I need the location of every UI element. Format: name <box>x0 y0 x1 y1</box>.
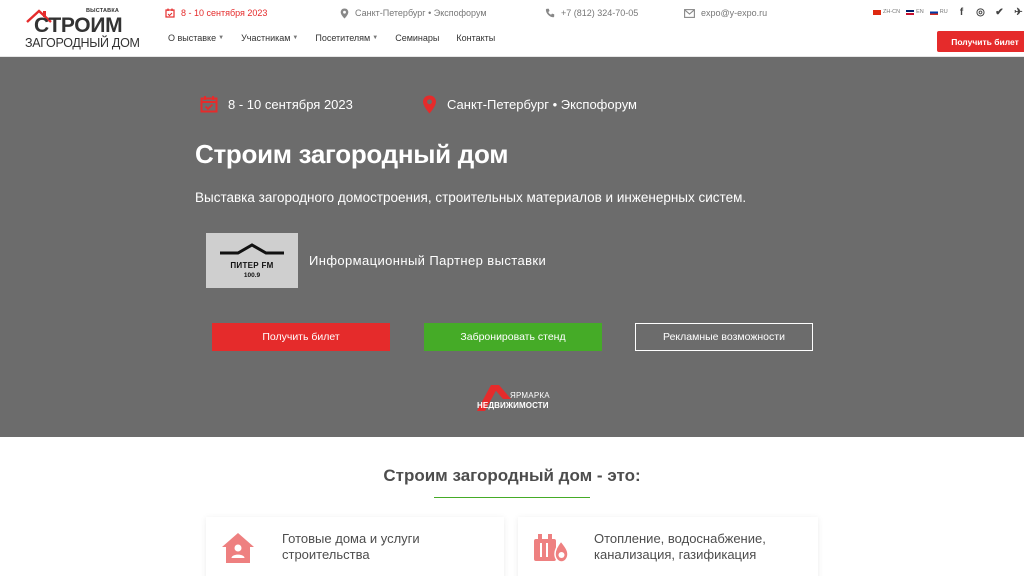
facebook-icon[interactable]: f <box>956 6 967 18</box>
get-ticket-button[interactable]: Получить билет <box>212 323 390 351</box>
site-logo[interactable]: ВЫСТАВКА СТРОИМ ЗАГОРОДНЫЙ ДОМ <box>24 6 140 52</box>
nav-item-label: О выставке <box>168 33 217 43</box>
lang-zh[interactable]: ZH-CN <box>873 9 900 15</box>
nav-item-label: Посетителям <box>315 33 371 43</box>
nav-item-visitors[interactable]: Посетителям ▼ <box>315 33 378 43</box>
hero-subtitle: Выставка загородного домостроения, строи… <box>195 190 747 205</box>
logo-word-1: СТРОИМ <box>34 14 123 37</box>
book-stand-button[interactable]: Забронировать стенд <box>424 323 602 351</box>
fair-logo-line-1: ЯРМАРКА <box>510 391 550 400</box>
feature-card-utilities[interactable]: Отопление, водоснабжение, канализация, г… <box>518 517 818 576</box>
map-pin-icon <box>423 95 436 114</box>
feature-card-text: Готовые дома и услуги строительства <box>282 531 420 562</box>
site-header: ВЫСТАВКА СТРОИМ ЗАГОРОДНЫЙ ДОМ 8 - 10 се… <box>0 0 1024 57</box>
lang-en-label: EN <box>916 9 924 15</box>
hero-location: Санкт-Петербург • Экспофорум <box>422 95 637 114</box>
flag-cn-icon <box>873 9 881 15</box>
lang-en[interactable]: EN <box>906 9 924 15</box>
header-ticket-button[interactable]: Получить билет <box>937 31 1024 52</box>
chevron-down-icon: ▼ <box>372 35 379 41</box>
hero-section: 8 - 10 сентября 2023 Санкт-Петербург • Э… <box>0 57 1024 437</box>
header-date-text: 8 - 10 сентября 2023 <box>181 8 268 18</box>
instagram-icon[interactable]: ◎ <box>975 6 986 18</box>
fair-logo-line-2: НЕДВИЖИМОСТИ <box>477 401 549 410</box>
features-title-underline <box>434 497 590 498</box>
hero-date-text: 8 - 10 сентября 2023 <box>228 96 353 112</box>
chevron-down-icon: ▼ <box>292 35 299 41</box>
header-location-text: Санкт-Петербург • Экспофорум <box>355 8 487 18</box>
feature-card-text: Отопление, водоснабжение, канализация, г… <box>594 531 766 562</box>
nav-item-contacts[interactable]: Контакты <box>456 33 495 43</box>
heating-icon <box>534 534 569 563</box>
lang-zh-label: ZH-CN <box>883 9 901 15</box>
features-title: Строим загородный дом - это: <box>383 466 641 485</box>
main-nav: О выставке ▼ Участникам ▼ Посетителям ▼ Сем… <box>168 33 512 43</box>
advertising-button[interactable]: Рекламные возможности <box>635 323 813 351</box>
partner-caption: Информационный Партнер выставки <box>309 253 547 268</box>
phone-icon <box>545 8 555 18</box>
house-icon <box>222 533 254 563</box>
header-date: 8 - 10 сентября 2023 <box>165 7 267 19</box>
partner-logo-brand: ПИТЕР FM <box>230 261 274 270</box>
social-links: f ◎ ✔ ✈ <box>956 6 1024 18</box>
map-pin-icon <box>340 8 349 18</box>
nav-item-label: Семинары <box>395 33 440 43</box>
chevron-down-icon: ▼ <box>218 35 225 41</box>
mail-icon <box>684 8 695 18</box>
nav-item-seminars[interactable]: Семинары <box>395 33 439 43</box>
calendar-icon <box>200 96 218 113</box>
language-switcher: ZH-CN EN RU <box>873 9 948 15</box>
hero-location-text: Санкт-Петербург • Экспофорум <box>447 97 637 112</box>
nav-item-about[interactable]: О выставке ▼ <box>168 33 224 43</box>
calendar-icon <box>165 8 175 18</box>
nav-item-label: Участникам <box>241 33 291 43</box>
header-email[interactable]: expo@y-expo.ru <box>684 7 767 19</box>
feature-card-houses[interactable]: Готовые дома и услуги строительства <box>206 517 504 576</box>
nav-item-label: Контакты <box>456 33 496 43</box>
nav-item-exhibitors[interactable]: Участникам ▼ <box>241 33 298 43</box>
header-phone[interactable]: +7 (812) 324-70-05 <box>545 7 638 19</box>
flag-ru-icon <box>929 9 938 15</box>
header-email-text: expo@y-expo.ru <box>701 8 768 18</box>
header-phone-text: +7 (812) 324-70-05 <box>561 8 639 18</box>
vk-icon[interactable]: ✔ <box>994 6 1005 18</box>
partner-logo-mark <box>220 243 284 255</box>
lang-ru[interactable]: RU <box>929 9 948 15</box>
hero-date: 8 - 10 сентября 2023 <box>200 95 353 113</box>
lang-ru-label: RU <box>939 9 948 15</box>
header-location: Санкт-Петербург • Экспофорум <box>340 7 487 19</box>
telegram-icon[interactable]: ✈ <box>1013 6 1024 18</box>
partner-logo-frequency: 100.9 <box>243 272 261 279</box>
logo-word-2: ЗАГОРОДНЫЙ ДОМ <box>25 36 140 50</box>
hero-title: Строим загородный дом <box>195 139 509 169</box>
partner-logo[interactable]: ПИТЕР FM 100.9 <box>206 233 298 288</box>
flag-en-icon <box>906 9 915 15</box>
real-estate-fair-logo[interactable]: ЯРМАРКА НЕДВИЖИМОСТИ <box>475 383 555 415</box>
